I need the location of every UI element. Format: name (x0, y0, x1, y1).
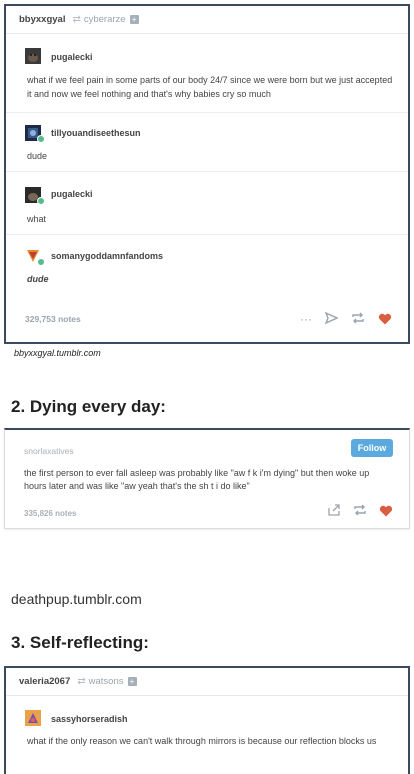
online-badge (37, 258, 45, 266)
via-username[interactable]: cyberarze (84, 14, 126, 25)
more-options-icon[interactable]: ··· (300, 313, 312, 325)
reblogger-username[interactable]: bbyxxgyal (19, 14, 65, 25)
via-username[interactable]: watsons (89, 676, 124, 687)
reblog-source: ⇄ watsons + (74, 676, 137, 687)
reblog-entry: pugalecki what if we feel pain in some p… (6, 34, 408, 113)
post-actions (328, 504, 393, 518)
post-footer: 329,753 notes ··· (6, 296, 408, 342)
post-username[interactable]: pugalecki (51, 52, 93, 62)
post-text: dude (27, 151, 48, 161)
post-username[interactable]: somanygoddamnfandoms (51, 251, 163, 261)
like-heart-icon[interactable] (378, 313, 392, 326)
post-text: what if the only reason we can't walk th… (27, 736, 377, 746)
post-username[interactable]: tillyouandiseethesun (51, 128, 141, 138)
post-text: the first person to ever fall asleep was… (24, 468, 370, 491)
source-url: deathpup.tumblr.com (11, 591, 142, 607)
post-username[interactable]: pugalecki (51, 189, 93, 199)
post-text: what (27, 214, 47, 224)
online-badge (37, 197, 45, 205)
avatar[interactable] (25, 48, 41, 64)
reblog-entry: tillyouandiseethesun dude (6, 113, 408, 172)
reblog-icon[interactable] (351, 312, 365, 326)
notes-count[interactable]: 329,753 notes (25, 314, 81, 324)
reblog-entry: somanygoddamnfandoms dude (6, 235, 408, 295)
post-actions: ··· (300, 311, 392, 326)
reblogger-username[interactable]: valeria2067 (19, 676, 70, 687)
post-username[interactable]: sassyhorseradish (51, 714, 128, 724)
post-card-1: bbyxxgyal ⇄ cyberarze + pugalecki what i… (4, 4, 410, 344)
reblog-source: ⇄ cyberarze + (69, 14, 139, 25)
like-heart-icon[interactable] (379, 505, 393, 518)
follow-button[interactable]: Follow (351, 439, 393, 457)
share-icon[interactable] (328, 504, 341, 518)
reblog-entry: pugalecki what (6, 172, 408, 235)
post-text: dude (27, 274, 49, 284)
section-heading-2: 2. Dying every day: (11, 397, 166, 416)
online-badge (37, 135, 45, 143)
post-text: what if we feel pain in some parts of ou… (27, 75, 393, 99)
notes-count[interactable]: 335,826 notes (24, 509, 76, 518)
reblog-header: valeria2067 ⇄ watsons + (6, 668, 408, 696)
reblog-small-icon: ⇄ (77, 676, 86, 687)
section-heading-3: 3. Self-reflecting: (11, 633, 149, 652)
post-card-3: valeria2067 ⇄ watsons + sassyhorseradish… (4, 666, 410, 774)
avatar[interactable] (25, 710, 41, 726)
share-icon[interactable] (324, 311, 339, 326)
reblog-icon[interactable] (353, 504, 367, 518)
reblog-small-icon: ⇄ (72, 14, 81, 25)
post-card-2: snorlaxatives Follow the first person to… (4, 428, 410, 529)
source-caption: bbyxxgyal.tumblr.com (14, 348, 101, 358)
reblog-header: bbyxxgyal ⇄ cyberarze + (6, 6, 408, 34)
post-username[interactable]: snorlaxatives (24, 446, 74, 456)
follow-plus-icon[interactable]: + (129, 15, 139, 24)
follow-plus-icon[interactable]: + (127, 677, 137, 686)
